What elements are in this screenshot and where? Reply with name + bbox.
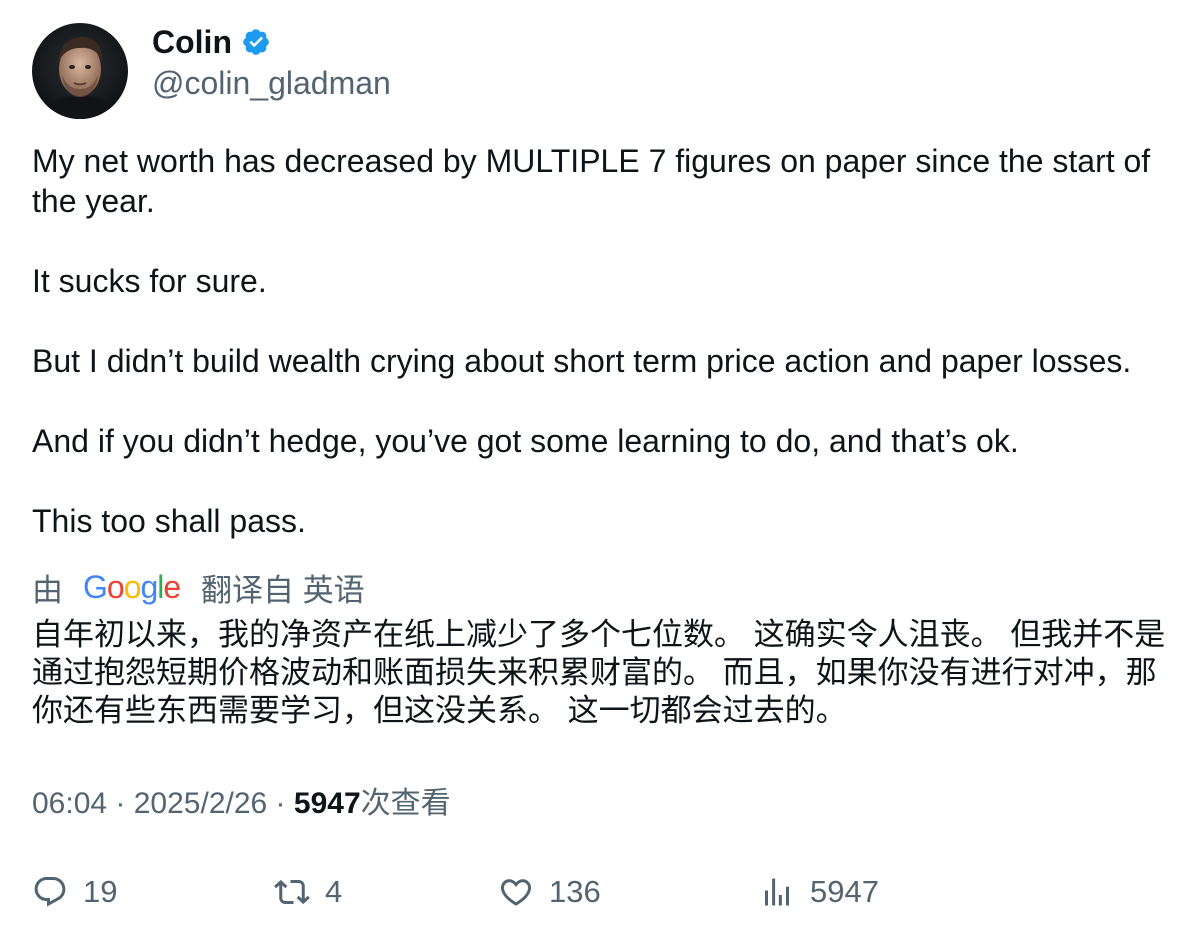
- tweet-paragraph: This too shall pass.: [32, 503, 306, 539]
- retweet-count: 4: [325, 874, 343, 909]
- translation-prefix: 由: [32, 572, 63, 608]
- tweet-paragraph: My net worth has decreased by MULTIPLE 7…: [32, 143, 1151, 219]
- tweet-date[interactable]: 2025/2/26: [134, 787, 267, 820]
- retweet-icon: [274, 874, 310, 910]
- translation-suffix: 翻译自 英语: [201, 572, 365, 608]
- heart-icon: [498, 874, 534, 910]
- like-count: 136: [549, 874, 601, 909]
- action-bar: 19 4 136 5947: [32, 870, 1172, 914]
- view-count: 5947: [293, 787, 361, 820]
- tweet-time[interactable]: 06:04: [32, 787, 107, 820]
- tweet-paragraph: And if you didn’t hedge, you’ve got some…: [32, 423, 1019, 459]
- views-count: 5947: [810, 874, 879, 909]
- verified-badge-icon: [241, 27, 271, 57]
- meta-separator: ·: [107, 787, 134, 820]
- avatar-image: [32, 23, 128, 119]
- tweet-paragraph: It sucks for sure.: [32, 263, 267, 299]
- translated-text: 自年初以来，我的净资产在纸上减少了多个七位数。 这确实令人沮丧。 但我并不是通过…: [32, 617, 1166, 728]
- tweet-paragraph: But I didn’t build wealth crying about s…: [32, 343, 1132, 379]
- tweet-meta: 06:04 · 2025/2/26 · 5947次查看: [32, 784, 451, 824]
- meta-separator: ·: [267, 787, 294, 820]
- analytics-icon: [759, 874, 795, 910]
- user-handle[interactable]: @colin_gladman: [152, 63, 391, 103]
- display-name[interactable]: Colin: [152, 23, 232, 61]
- retweet-button[interactable]: 4: [274, 870, 342, 914]
- avatar[interactable]: [32, 23, 128, 119]
- views-label: 次查看: [360, 787, 451, 820]
- reply-button[interactable]: 19: [32, 870, 117, 914]
- tweet-text: My net worth has decreased by MULTIPLE 7…: [32, 141, 1172, 541]
- reply-icon: [32, 874, 68, 910]
- tweet-header: Colin @colin_gladman: [32, 23, 391, 119]
- name-row: Colin: [152, 23, 391, 61]
- author-names: Colin @colin_gladman: [152, 23, 391, 103]
- like-button[interactable]: 136: [498, 870, 601, 914]
- views-button[interactable]: 5947: [759, 870, 879, 914]
- svg-text:Google: Google: [83, 569, 180, 605]
- translation-attribution[interactable]: 由 Google 翻译自 英语: [32, 566, 365, 608]
- reply-count: 19: [83, 874, 118, 909]
- google-logo: Google: [83, 566, 181, 608]
